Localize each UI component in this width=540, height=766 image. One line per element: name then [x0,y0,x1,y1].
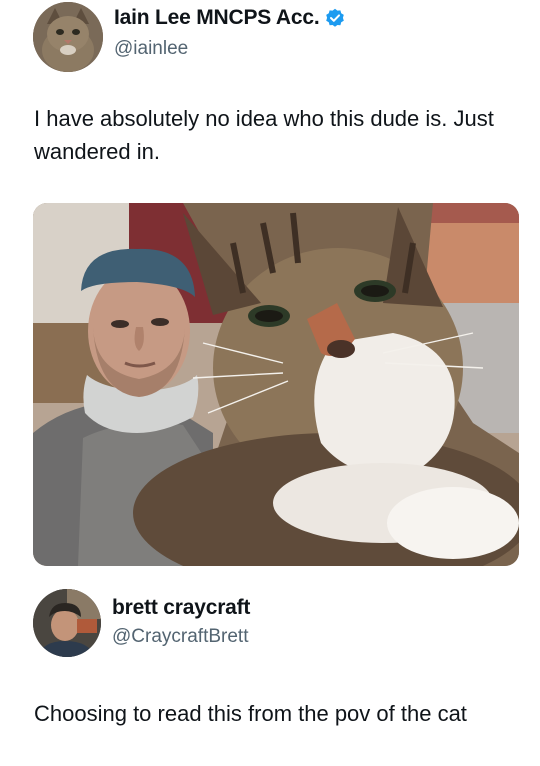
verified-badge-icon [325,8,345,28]
photo-man-and-tabby-cat [33,203,519,566]
author-avatar[interactable] [33,2,103,72]
tweet-header: Iain Lee MNCPS Acc. @iainlee [0,0,540,72]
tweet-photo[interactable] [33,203,519,566]
author-avatar[interactable] [33,589,101,657]
tweet-original: Iain Lee MNCPS Acc. @iainlee I have abso… [0,0,540,566]
cat-avatar-icon [33,2,103,72]
author-name[interactable]: brett craycraft [112,596,250,620]
author-name-row: Iain Lee MNCPS Acc. [114,6,345,30]
author-name[interactable]: Iain Lee MNCPS Acc. [114,6,320,30]
tweet-reply: brett craycraft @CraycraftBrett Choosing… [0,585,540,726]
author-handle[interactable]: @CraycraftBrett [112,626,248,648]
tweet-text: I have absolutely no idea who this dude … [34,106,494,164]
author-name-row: brett craycraft [112,596,250,620]
tweet-header: brett craycraft @CraycraftBrett [0,585,540,657]
person-avatar-icon [33,589,101,657]
tweet-text: Choosing to read this from the pov of th… [34,701,467,726]
author-handle[interactable]: @iainlee [114,38,188,60]
